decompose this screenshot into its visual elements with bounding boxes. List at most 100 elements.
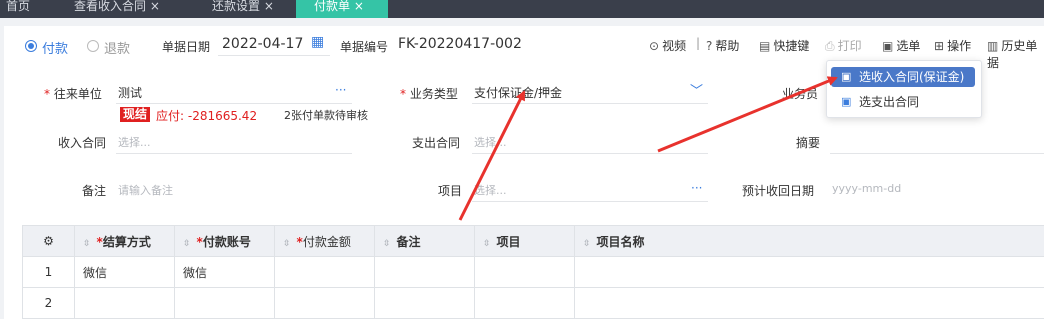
select-doc-icon: ▣: [882, 39, 894, 53]
history-icon: ▥: [987, 39, 999, 53]
biz-type-label: * 业务类型: [400, 87, 458, 101]
column-header[interactable]: ⇳ 备注: [374, 225, 475, 257]
table-row: 2: [22, 287, 1044, 319]
expense-contract-underline: [472, 153, 708, 154]
column-header[interactable]: ⇳ *付款账号: [174, 225, 275, 257]
doc-no-value: FK-20220417-002: [398, 36, 522, 52]
help-button[interactable]: ? 帮助: [706, 37, 739, 54]
partner-label: * 往来单位: [44, 87, 102, 101]
payment-lines-table: ⚙ ⇳ *结算方式 ⇳ *付款账号 ⇳ *付款金额 ⇳ 备注 ⇳ 项目 ⇳ 项目名称 1 微…: [22, 225, 1044, 319]
menu-item-label: 选收入合同(保证金): [859, 70, 965, 84]
toolbar-divider: |: [696, 36, 701, 50]
summary-label: 摘要: [796, 136, 821, 150]
shortcut-button[interactable]: ▤ 快捷键: [759, 37, 809, 54]
grid-icon: ⊞: [934, 39, 945, 53]
expected-date-label: 预计收回日期: [742, 184, 815, 198]
radio-refund-label[interactable]: 退款: [104, 38, 130, 57]
sort-icon[interactable]: ⇳: [483, 239, 491, 249]
pending-text[interactable]: 2张付单款待审核: [284, 107, 368, 123]
income-contract-label: 收入合同: [58, 136, 107, 150]
printer-icon: ⎙: [825, 39, 835, 53]
play-icon: ⊙: [649, 39, 660, 53]
document-icon: ▣: [841, 95, 852, 108]
operate-label: 操作: [947, 39, 972, 53]
biz-type-select[interactable]: 支付保证金/押金: [474, 84, 562, 101]
document-icon: ▣: [841, 70, 852, 83]
tab-income-contract[interactable]: 查看收入合同 ×: [68, 0, 198, 18]
project-label: 项目: [438, 184, 463, 198]
table-cell[interactable]: [174, 287, 275, 319]
table-cell[interactable]: [274, 256, 375, 288]
radio-pay[interactable]: [25, 40, 37, 52]
partner-underline: [116, 103, 352, 104]
date-underline: [218, 55, 330, 56]
table-cell[interactable]: [374, 287, 475, 319]
radio-refund[interactable]: [87, 40, 99, 52]
keyboard-icon: ▤: [759, 39, 771, 53]
income-contract-underline: [116, 153, 352, 154]
date-field[interactable]: 2022-04-17: [222, 36, 303, 52]
shortcut-label: 快捷键: [773, 39, 810, 53]
help-label: 帮助: [715, 39, 740, 53]
expense-contract-label: 支出合同: [412, 136, 461, 150]
table-cell[interactable]: 微信: [174, 256, 275, 288]
sort-icon[interactable]: ⇳: [83, 239, 91, 249]
chevron-down-icon[interactable]: ﹀: [690, 80, 703, 99]
date-label: 单据日期: [162, 40, 211, 54]
select-doc-button[interactable]: ▣ 选单: [882, 37, 920, 54]
expected-date-field[interactable]: yyyy-mm-dd: [832, 182, 901, 195]
column-header[interactable]: ⇳ *结算方式: [74, 225, 175, 257]
table-cell[interactable]: [574, 287, 1044, 319]
column-header[interactable]: ⇳ 项目: [474, 225, 575, 257]
summary-underline: [830, 153, 1044, 154]
sort-icon[interactable]: ⇳: [583, 239, 591, 249]
menu-item-expense-contract[interactable]: ▣ 选支出合同: [831, 92, 975, 112]
settled-badge: 现结: [120, 107, 151, 122]
table-cell[interactable]: [474, 287, 575, 319]
tab-home[interactable]: 首页: [0, 0, 60, 18]
remark-label: 备注: [82, 184, 107, 198]
remark-field[interactable]: 请输入备注: [118, 182, 173, 198]
payable-text: 应付: -281665.42: [156, 109, 258, 123]
column-header[interactable]: ⇳ *付款金额: [274, 225, 375, 257]
sort-icon[interactable]: ⇳: [383, 239, 391, 249]
income-contract-field[interactable]: 选择...: [118, 134, 151, 150]
history-button[interactable]: ▥ 历史单据: [987, 37, 1044, 71]
table-header-row: ⚙ ⇳ *结算方式 ⇳ *付款账号 ⇳ *付款金额 ⇳ 备注 ⇳ 项目 ⇳ 项目名称: [22, 225, 1044, 257]
select-doc-dropdown: ▣ 选收入合同(保证金) ▣ 选支出合同: [826, 60, 982, 118]
help-icon: ?: [706, 39, 713, 53]
table-cell[interactable]: [574, 256, 1044, 288]
video-button[interactable]: ⊙ 视频: [649, 37, 686, 54]
tab-bar: 首页 查看收入合同 × 还款设置 × 付款单 ×: [0, 0, 1044, 18]
radio-pay-label[interactable]: 付款: [42, 38, 68, 57]
sort-icon[interactable]: ⇳: [183, 239, 191, 249]
calendar-icon[interactable]: ▦: [311, 34, 324, 50]
menu-item-label: 选支出合同: [859, 95, 920, 109]
table-cell[interactable]: [474, 256, 575, 288]
table-row: 1 微信 微信: [22, 256, 1044, 288]
video-label: 视频: [662, 39, 687, 53]
menu-item-income-contract-deposit[interactable]: ▣ 选收入合同(保证金): [831, 67, 975, 87]
table-cell[interactable]: [74, 287, 175, 319]
print-button[interactable]: ⎙ 打印: [825, 37, 862, 54]
project-field[interactable]: 选择...: [474, 182, 507, 198]
table-cell[interactable]: [374, 256, 475, 288]
column-settings-icon[interactable]: ⚙: [22, 225, 75, 257]
print-label: 打印: [837, 39, 862, 53]
doc-no-label: 单据编号: [340, 40, 389, 54]
table-cell[interactable]: 微信: [74, 256, 175, 288]
partner-field[interactable]: 测试: [118, 84, 142, 101]
select-doc-label: 选单: [896, 39, 921, 53]
expense-contract-field[interactable]: 选择...: [474, 134, 507, 150]
row-index: 2: [22, 287, 75, 319]
biz-type-underline: [472, 103, 708, 104]
sort-icon[interactable]: ⇳: [283, 239, 291, 249]
column-header[interactable]: ⇳ 项目名称: [574, 225, 1044, 257]
tab-payment[interactable]: 付款单 ×: [296, 0, 388, 18]
operate-button[interactable]: ⊞ 操作: [934, 37, 971, 54]
project-more-icon[interactable]: ···: [691, 181, 702, 195]
table-cell[interactable]: [274, 287, 375, 319]
tab-repay-settings[interactable]: 还款设置 ×: [206, 0, 290, 18]
salesperson-label: 业务员: [782, 87, 819, 101]
partner-more-icon[interactable]: ···: [335, 83, 346, 97]
